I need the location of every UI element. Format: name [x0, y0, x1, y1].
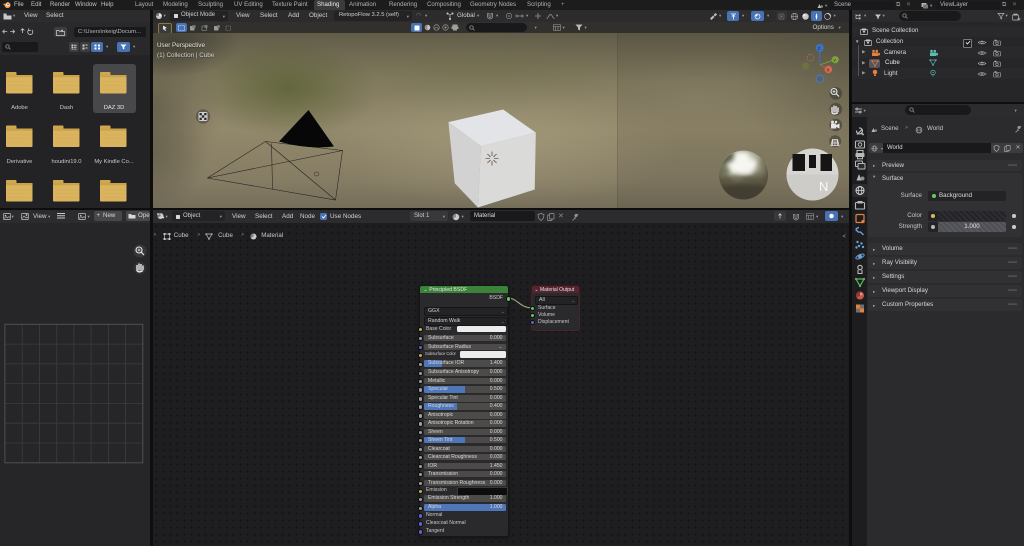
svg-text:Y: Y: [833, 58, 836, 63]
svg-text:X: X: [826, 68, 829, 73]
svg-text:N: N: [819, 179, 828, 194]
